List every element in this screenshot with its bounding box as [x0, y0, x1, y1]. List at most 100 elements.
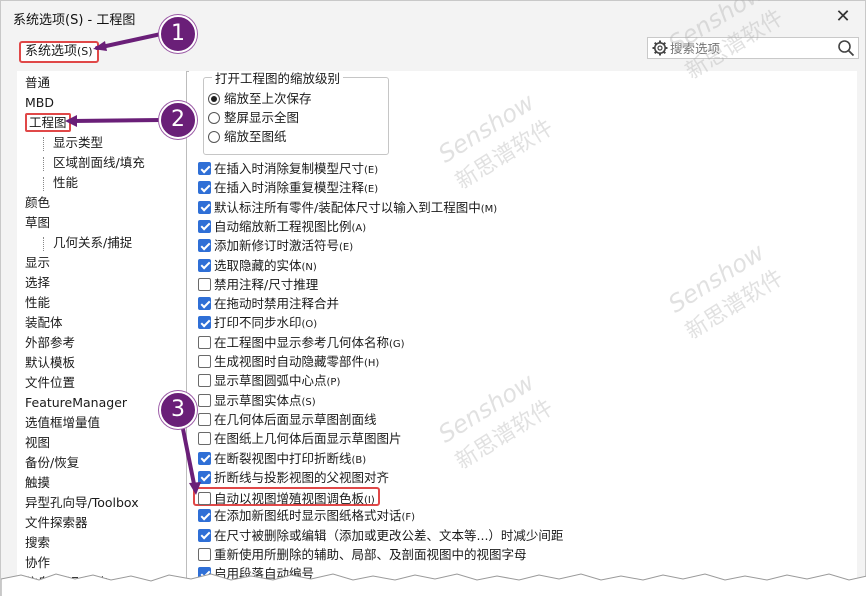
- option-shortcut: (P): [326, 377, 341, 389]
- tab-system-options[interactable]: 系统选项(S): [19, 41, 99, 63]
- option-row[interactable]: 打印不同步水印(O): [198, 313, 317, 332]
- radio-button[interactable]: [208, 112, 220, 124]
- option-row[interactable]: 在几何体后面显示草图剖面线: [198, 410, 377, 429]
- tree-item[interactable]: 协作: [25, 553, 50, 573]
- tree-item[interactable]: 文件位置: [25, 373, 75, 393]
- checkbox[interactable]: [198, 219, 211, 233]
- option-row[interactable]: 生成视图时自动隐藏零部件(H): [198, 352, 379, 371]
- checkbox[interactable]: [198, 412, 211, 426]
- radio-zoom-last-saved[interactable]: 缩放至上次保存: [208, 90, 312, 108]
- gear-icon[interactable]: [651, 39, 669, 57]
- checkbox[interactable]: [198, 528, 211, 542]
- checkbox[interactable]: [198, 355, 211, 368]
- option-row[interactable]: 默认标注所有零件/装配体尺寸以输入到工程图中(M): [198, 198, 497, 217]
- option-row[interactable]: 自动以视图增殖视图调色板(I): [193, 487, 380, 507]
- tree-item-label: 性能: [53, 175, 79, 190]
- radio-zoom-sheet[interactable]: 缩放至图纸: [208, 128, 287, 146]
- category-tree[interactable]: 普通 MBD 工程图 显示类型 区域剖面线/填充 性能 颜色 草图 几何关系/捕捉 显示 选择 性能装…: [17, 71, 187, 596]
- tree-item[interactable]: 显示: [25, 253, 50, 273]
- tree-item-label: 备份/恢复: [25, 455, 80, 470]
- option-shortcut: (H): [364, 358, 380, 369]
- checkbox[interactable]: [198, 393, 211, 407]
- zoom-level-group: 打开工程图的缩放级别 缩放至上次保存 整屏显示全图 缩放至图纸: [203, 71, 389, 155]
- option-row[interactable]: 显示草图实体点(S): [198, 391, 316, 410]
- search-input[interactable]: [670, 39, 830, 57]
- checkbox[interactable]: [198, 316, 211, 330]
- tree-item[interactable]: 工程图: [25, 113, 71, 133]
- checkbox[interactable]: [198, 374, 211, 388]
- tree-item[interactable]: FeatureManager: [25, 393, 127, 413]
- option-label: 自动以视图增殖视图调色板: [214, 491, 365, 507]
- tree-item-label: 显示: [25, 255, 51, 270]
- tab-shortcut: (S): [77, 45, 93, 58]
- tree-item[interactable]: 文件探索器: [25, 513, 88, 533]
- checkbox[interactable]: [198, 181, 211, 195]
- tree-item[interactable]: 性能: [25, 293, 50, 313]
- option-row[interactable]: 在添加新图纸时显示图纸格式对话(F): [198, 506, 415, 525]
- radio-label: 缩放至图纸: [224, 129, 287, 144]
- tree-item-label: 草图: [25, 215, 51, 230]
- option-label: 在插入时消除重复模型注释: [214, 180, 365, 196]
- tree-item[interactable]: 搜索: [25, 533, 50, 553]
- checkbox[interactable]: [198, 470, 211, 484]
- option-row[interactable]: 在图纸上几何体后面显示草图图片: [198, 429, 402, 448]
- tree-item[interactable]: 颜色: [25, 193, 50, 213]
- checkbox[interactable]: [198, 297, 211, 311]
- option-row[interactable]: 重新使用所删除的辅助、局部、及剖面视图中的视图字母: [198, 545, 527, 564]
- tree-item[interactable]: MBD: [25, 93, 54, 113]
- tree-item[interactable]: 选择: [25, 273, 50, 293]
- tree-item-label: 文件探索器: [25, 515, 88, 530]
- tree-item-label: 颜色: [25, 195, 51, 210]
- option-row[interactable]: 添加新修订时激活符号(E): [198, 236, 353, 255]
- option-row[interactable]: 选取隐藏的实体(N): [198, 256, 317, 275]
- option-shortcut: (B): [351, 454, 367, 466]
- tree-item[interactable]: 区域剖面线/填充: [43, 153, 145, 173]
- checkbox[interactable]: [198, 277, 211, 291]
- search-options-box[interactable]: [647, 37, 859, 59]
- checkbox[interactable]: [198, 200, 211, 214]
- radio-button[interactable]: [208, 93, 220, 105]
- tree-item[interactable]: 草图: [25, 213, 50, 233]
- checkbox[interactable]: [198, 335, 211, 349]
- tree-item[interactable]: 视图: [25, 433, 50, 453]
- checkbox[interactable]: [198, 509, 211, 523]
- checkbox[interactable]: [198, 492, 211, 506]
- tree-item[interactable]: 性能: [43, 173, 78, 193]
- option-row[interactable]: 禁用注释/尺寸推理: [198, 275, 318, 294]
- option-label: 在工程图中显示参考几何体名称: [214, 334, 390, 350]
- option-row[interactable]: 在拖动时禁用注释合并: [198, 294, 339, 313]
- checkbox[interactable]: [198, 548, 211, 561]
- close-icon[interactable]: ✕: [833, 7, 853, 27]
- option-row[interactable]: 自动缩放新工程视图比例(A): [198, 217, 366, 236]
- checkbox[interactable]: [198, 451, 211, 465]
- system-options-window: 系统选项(S) - 工程图 ✕ 系统选项(S) 普通MBD工程图显示类型区域剖面…: [0, 0, 866, 596]
- option-row[interactable]: 显示草图圆弧中心点(P): [198, 371, 340, 390]
- option-label: 在断裂视图中打印折断线: [214, 450, 352, 466]
- tree-item[interactable]: 选值框增量值: [25, 413, 100, 433]
- option-row[interactable]: 在尺寸被删除或编辑（添加或更改公差、文本等...）时减少间距: [198, 526, 563, 545]
- option-row[interactable]: 折断线与投影视图的父视图对齐: [198, 468, 389, 487]
- search-icon[interactable]: [837, 39, 855, 57]
- tree-item[interactable]: 装配体: [25, 313, 63, 333]
- tree-item[interactable]: 显示类型: [43, 133, 103, 153]
- checkbox[interactable]: [198, 162, 211, 175]
- checkbox[interactable]: [198, 239, 211, 253]
- tree-item-label: 普通: [25, 75, 51, 90]
- tree-item[interactable]: 默认模板: [25, 353, 75, 373]
- tree-item[interactable]: 外部参考: [25, 333, 75, 353]
- checkbox[interactable]: [198, 432, 211, 446]
- option-row[interactable]: 在断裂视图中打印折断线(B): [198, 449, 366, 468]
- option-row[interactable]: 在插入时消除复制模型尺寸(E): [198, 159, 378, 178]
- tree-item[interactable]: 几何关系/捕捉: [43, 233, 132, 253]
- tree-item[interactable]: 异型孔向导/Toolbox: [25, 493, 139, 513]
- checkbox[interactable]: [198, 258, 211, 272]
- option-row[interactable]: 在插入时消除重复模型注释(E): [198, 178, 378, 197]
- tree-item[interactable]: 触摸: [25, 473, 50, 493]
- option-label: 在拖动时禁用注释合并: [214, 296, 340, 312]
- tree-item[interactable]: 备份/恢复: [25, 453, 79, 473]
- tree-item-label: 装配体: [25, 315, 63, 330]
- option-row[interactable]: 在工程图中显示参考几何体名称(G): [198, 333, 405, 352]
- tree-item[interactable]: 普通: [25, 73, 50, 93]
- radio-button[interactable]: [208, 131, 220, 143]
- radio-zoom-fit[interactable]: 整屏显示全图: [208, 109, 299, 127]
